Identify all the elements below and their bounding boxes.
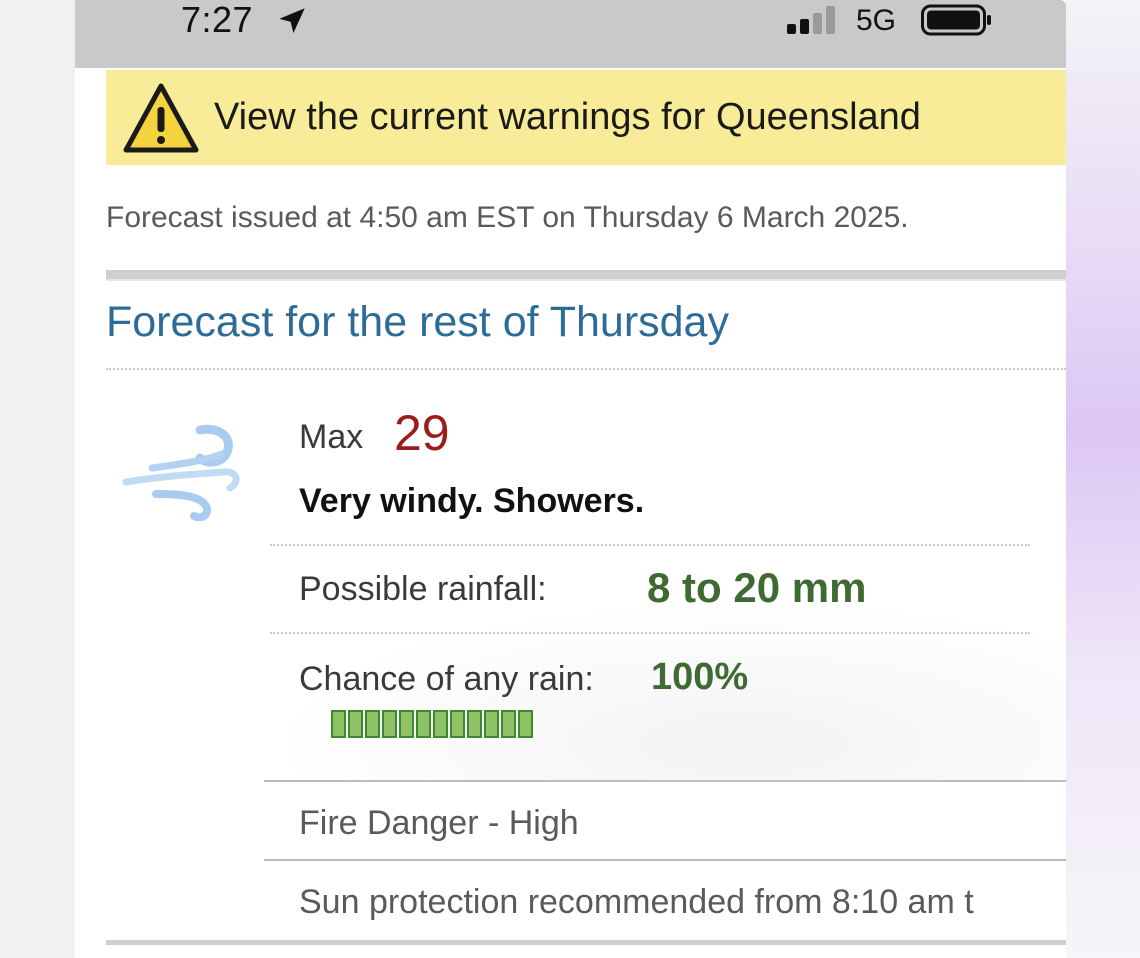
rain-chance-segment <box>433 710 448 738</box>
rain-chance-bar <box>331 710 533 742</box>
signal-bars-icon <box>787 6 835 34</box>
network-type: 5G <box>856 4 897 37</box>
rain-chance-segment <box>501 710 516 738</box>
forecast-heading: Forecast for the rest of Thursday <box>106 298 729 346</box>
max-temp-label: Max <box>299 418 364 456</box>
forecast-precis: Very windy. Showers. <box>299 482 645 520</box>
rain-chance-segment <box>518 710 533 738</box>
sun-protection-text: Sun protection recommended from 8:10 am … <box>299 883 974 921</box>
fire-danger-rating: Fire Danger - High <box>299 804 579 842</box>
rain-chance-segment <box>450 710 465 738</box>
rain-chance-segment <box>399 710 414 738</box>
location-arrow-icon <box>279 8 305 34</box>
divider <box>264 780 1066 782</box>
status-bar: 7:27 5G <box>75 0 1066 68</box>
max-temp-value: 29 <box>394 405 450 461</box>
rain-chance-segment <box>382 710 397 738</box>
battery-icon <box>921 4 991 36</box>
divider <box>264 859 1066 861</box>
dotted-divider <box>106 368 1066 370</box>
rain-chance-segment <box>365 710 380 738</box>
forecast-issued-time: Forecast issued at 4:50 am EST on Thursd… <box>106 201 909 234</box>
dotted-divider <box>270 544 1030 546</box>
warning-triangle-icon <box>123 83 199 153</box>
background-right <box>1066 0 1140 958</box>
phone-screen: 7:27 5G View the current warnings for Qu… <box>75 0 1066 958</box>
warning-banner[interactable]: View the current warnings for Queensland <box>106 70 1066 165</box>
divider <box>106 940 1066 945</box>
background-left <box>0 0 75 958</box>
windy-icon <box>122 424 240 522</box>
rain-chance-label: Chance of any rain: <box>299 660 594 698</box>
rain-chance-segment <box>467 710 482 738</box>
rain-chance-segment <box>331 710 346 738</box>
warning-link[interactable]: View the current warnings for Queensland <box>214 96 921 139</box>
rain-chance-value: 100% <box>651 656 749 698</box>
divider <box>106 270 1066 281</box>
status-time: 7:27 <box>181 0 254 40</box>
rain-chance-segment <box>348 710 363 738</box>
rain-chance-segment <box>416 710 431 738</box>
rain-chance-segment <box>484 710 499 738</box>
